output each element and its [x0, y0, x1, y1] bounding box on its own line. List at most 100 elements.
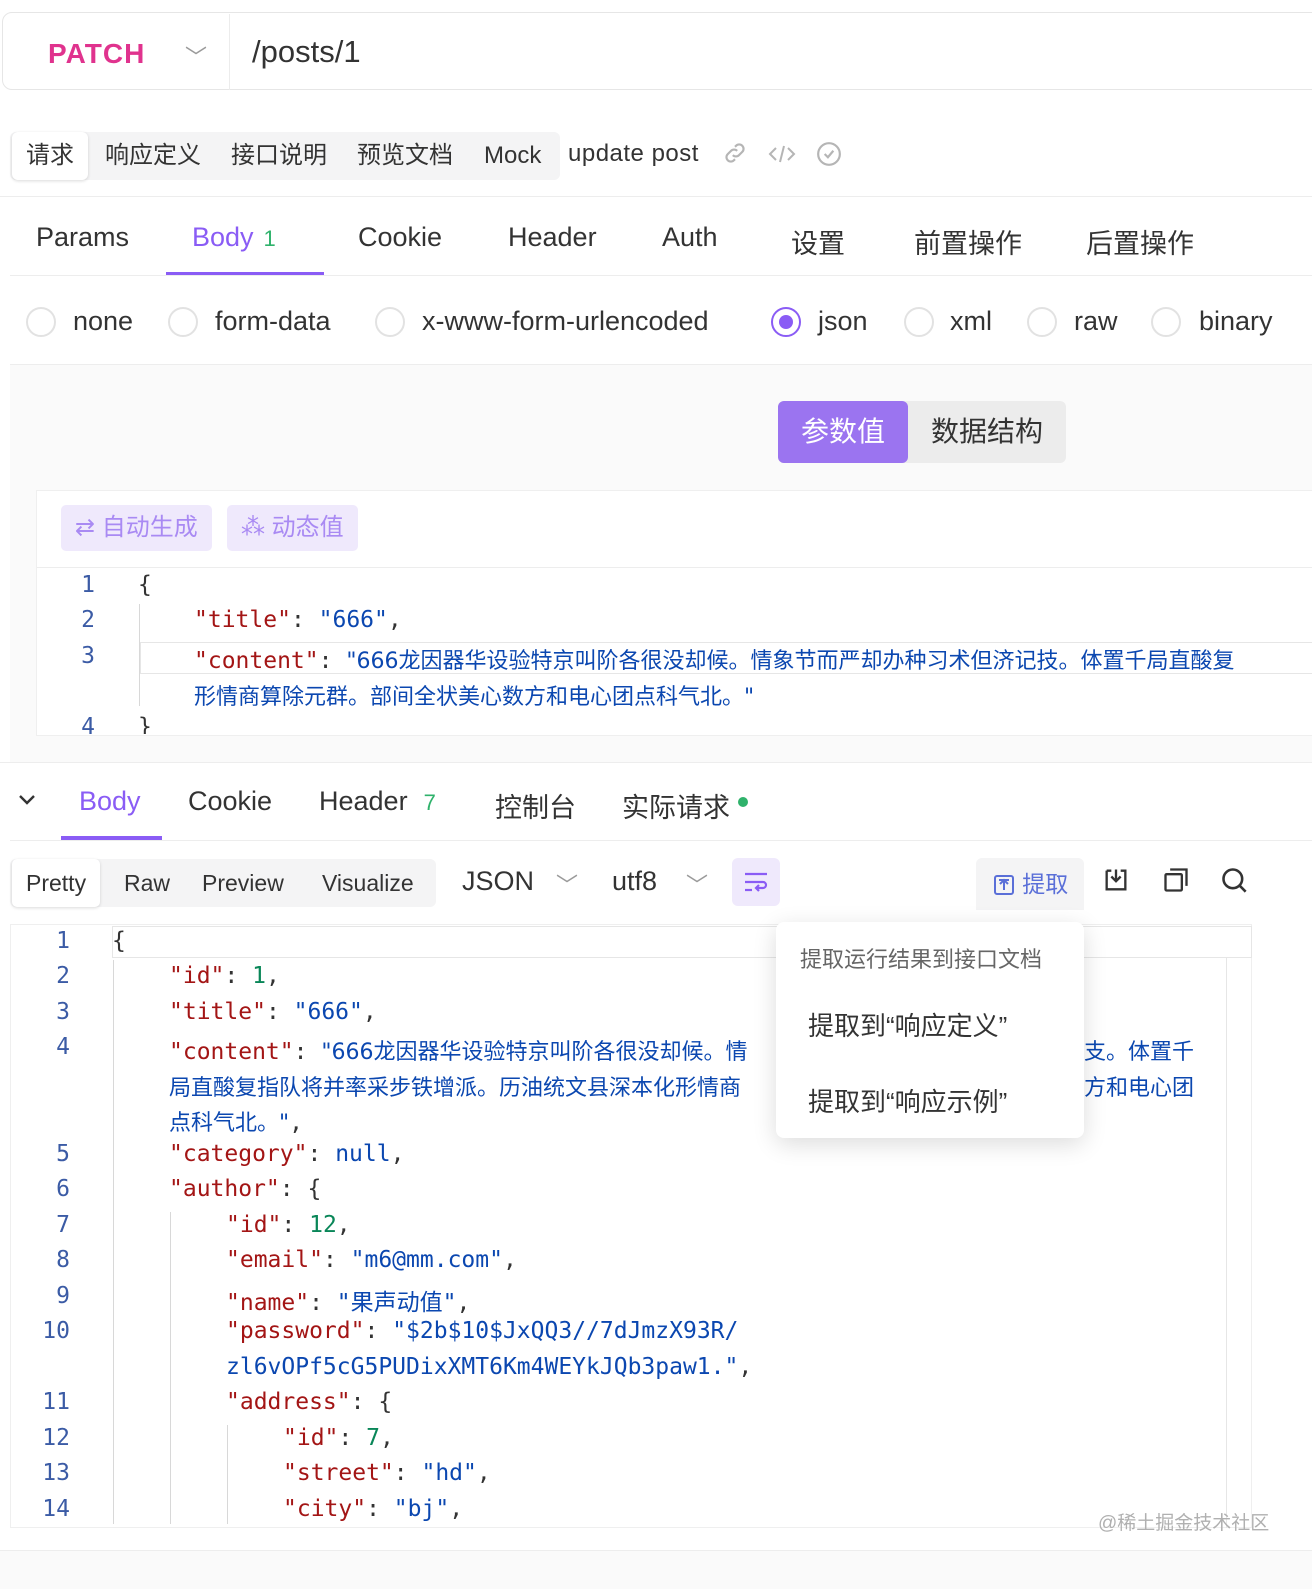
chevron-down-icon[interactable]: ﹀: [185, 40, 207, 72]
line-number: 4: [56, 1034, 70, 1060]
tab-pretty[interactable]: Pretty: [12, 859, 101, 907]
extract-label: 提取: [1022, 871, 1069, 897]
code-line: "city": "bj",: [283, 1496, 464, 1522]
radio-label-none[interactable]: none: [73, 306, 133, 337]
tab-pre-ops[interactable]: 前置操作: [914, 222, 1022, 261]
api-name[interactable]: update post: [568, 140, 699, 168]
code-line: "street": "hd",: [283, 1460, 491, 1486]
divider: [10, 275, 1312, 276]
tab-mock[interactable]: Mock: [484, 132, 541, 180]
line-number: 13: [42, 1460, 70, 1486]
code-line: zl6vOPf5cG5PUDixXMT6Km4WEYkJQb3paw1.",: [226, 1354, 753, 1380]
scrollbar[interactable]: [1226, 958, 1227, 1528]
wrap-icon: [745, 872, 768, 892]
divider: [0, 762, 1312, 763]
code-line: "address": {: [226, 1389, 393, 1415]
radio-label-xml[interactable]: xml: [950, 306, 992, 337]
auto-generate-button[interactable]: ⇄ 自动生成: [61, 505, 212, 551]
radio-label-urlencoded[interactable]: x-www-form-urlencoded: [422, 306, 709, 337]
format-select[interactable]: JSON: [462, 866, 534, 897]
chevron-down-icon[interactable]: [16, 788, 38, 817]
divider: [0, 196, 1312, 197]
json-key: "content": [194, 648, 319, 674]
json-value: 1: [252, 963, 266, 989]
indent-guide: [170, 1212, 171, 1524]
code-line: "content": "666龙因器华设验特京叫阶各很没却候。情: [169, 1039, 748, 1065]
dynamic-value-button[interactable]: ⁂ 动态值: [227, 505, 358, 551]
tab-post-ops[interactable]: 后置操作: [1086, 222, 1194, 261]
code-icon[interactable]: [768, 142, 796, 173]
url-input[interactable]: /posts/1: [252, 34, 361, 70]
code-line: }: [138, 714, 152, 734]
radio-label-raw[interactable]: raw: [1074, 306, 1118, 337]
extract-to-response-example[interactable]: 提取到“响应示例”: [808, 1082, 1007, 1119]
tab-response-body[interactable]: Body: [79, 786, 141, 817]
tab-preview[interactable]: Preview: [202, 859, 284, 907]
code-line: {: [138, 572, 152, 598]
tab-visualize[interactable]: Visualize: [322, 859, 414, 907]
magic-wand-icon: ⁂: [241, 514, 272, 541]
code-line: "author": {: [169, 1176, 322, 1202]
status-icon[interactable]: [816, 141, 842, 174]
tab-settings[interactable]: 设置: [791, 222, 845, 261]
refresh-icon: ⇄: [75, 514, 102, 541]
json-value: "666": [293, 999, 363, 1025]
encoding-select[interactable]: utf8: [612, 866, 657, 897]
tab-request[interactable]: 请求: [12, 132, 88, 180]
code-line: "title": "666",: [169, 999, 377, 1025]
tab-auth[interactable]: Auth: [662, 222, 718, 253]
tab-header[interactable]: Header: [508, 222, 597, 253]
tab-params[interactable]: Params: [36, 222, 129, 253]
radio-label-json[interactable]: json: [818, 306, 868, 337]
segment-data-schema[interactable]: 数据结构: [908, 401, 1066, 463]
json-value: 7: [366, 1425, 380, 1451]
extract-button[interactable]: 提取: [976, 858, 1084, 910]
tab-actual-request[interactable]: 实际请求: [622, 786, 730, 825]
radio-raw[interactable]: [1027, 307, 1057, 337]
save-icon[interactable]: [1102, 866, 1130, 901]
copy-icon[interactable]: [1162, 866, 1190, 901]
code-line: {: [112, 928, 126, 954]
line-number: 12: [42, 1425, 70, 1451]
radio-json[interactable]: [771, 307, 801, 337]
line-number: 7: [56, 1212, 70, 1238]
radio-xml[interactable]: [904, 307, 934, 337]
json-value: "果声动值": [336, 1290, 457, 1316]
tab-console[interactable]: 控制台: [495, 786, 576, 825]
line-number: 4: [81, 714, 95, 734]
radio-urlencoded[interactable]: [375, 307, 405, 337]
radio-label-binary[interactable]: binary: [1199, 306, 1273, 337]
tab-response-header[interactable]: Header 7: [319, 786, 436, 817]
tab-cookie[interactable]: Cookie: [358, 222, 442, 253]
radio-label-form-data[interactable]: form-data: [215, 306, 331, 337]
line-number: 1: [56, 928, 70, 954]
segment-params-value[interactable]: 参数值: [778, 401, 908, 463]
tab-response-cookie[interactable]: Cookie: [188, 786, 272, 817]
line-number: 3: [81, 643, 95, 669]
radio-none[interactable]: [26, 307, 56, 337]
code-line: 形情商算除元群。部间全状美心数方和电心团点科气北。": [194, 685, 755, 710]
tab-preview-doc[interactable]: 预览文档: [357, 132, 453, 180]
tab-body[interactable]: Body 1: [192, 222, 276, 253]
chevron-down-icon[interactable]: ﹀: [556, 868, 578, 900]
method-select[interactable]: PATCH: [48, 38, 145, 70]
divider: [229, 14, 230, 90]
line-number: 2: [56, 963, 70, 989]
divider: [37, 567, 1312, 568]
link-icon[interactable]: [722, 140, 748, 173]
code-line: "email": "m6@mm.com",: [226, 1247, 517, 1273]
tab-raw[interactable]: Raw: [124, 859, 170, 907]
json-value: "666": [318, 607, 388, 633]
line-number: 2: [81, 607, 95, 633]
tab-response-definition[interactable]: 响应定义: [105, 132, 201, 180]
word-wrap-button[interactable]: [732, 858, 780, 906]
divider: [10, 840, 1312, 841]
search-icon[interactable]: [1220, 866, 1248, 901]
radio-binary[interactable]: [1151, 307, 1181, 337]
chevron-down-icon[interactable]: ﹀: [686, 868, 708, 900]
watermark: @稀土掘金技术社区: [1098, 1513, 1270, 1534]
extract-to-response-definition[interactable]: 提取到“响应定义”: [808, 1006, 1007, 1043]
tab-api-description[interactable]: 接口说明: [231, 132, 327, 180]
json-value: 点科气北。": [169, 1111, 290, 1136]
radio-form-data[interactable]: [168, 307, 198, 337]
